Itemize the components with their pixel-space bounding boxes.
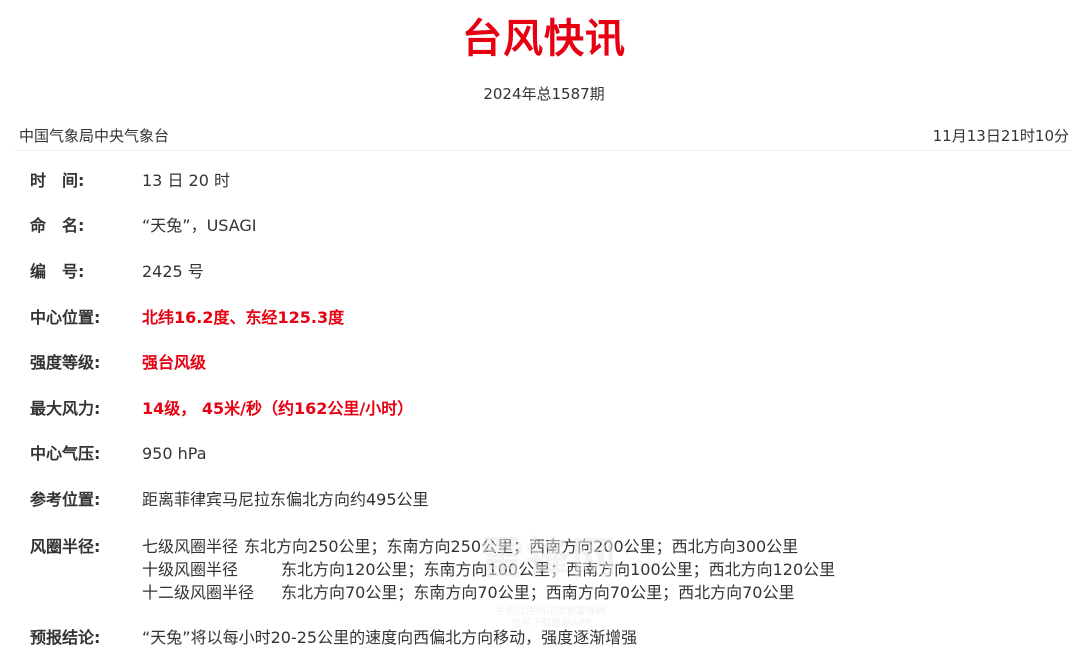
wind-radius-line: 十级风圈半径 东北方向120公里；东南方向100公里；西南方向100公里；西北方… — [142, 558, 1062, 581]
field-value: 14级， 45米/秒（约162公里/小时） — [142, 399, 414, 418]
field-value: 13 日 20 时 — [142, 171, 230, 190]
field-value: 距离菲律宾马尼拉东偏北方向约495公里 — [142, 490, 429, 509]
source-label: 中国气象局中央气象台 — [19, 127, 170, 145]
field-label: 中心气压: — [30, 444, 101, 463]
page-title: 台风快讯 — [462, 16, 626, 62]
wind-level: 七级风圈半径 — [142, 537, 239, 556]
field-label: 参考位置: — [30, 490, 101, 509]
wind-level: 十二级风圈半径 — [142, 583, 255, 602]
wind-radius-text: 东北方向120公里；东南方向100公里；西南方向100公里；西北方向120公里 — [281, 560, 836, 579]
meta-row: 中国气象局中央气象台 11月13日21时10分 — [19, 125, 1069, 149]
field-value: “天兔”，USAGI — [142, 216, 257, 235]
wind-level: 十级风圈半径 — [142, 560, 239, 579]
field-value: 950 hPa — [142, 444, 207, 463]
wind-radius-lines: 七级风圈半径 东北方向250公里；东南方向250公里；西南方向200公里；西北方… — [142, 535, 1062, 604]
divider — [15, 150, 1071, 151]
wind-radius-line: 七级风圈半径 东北方向250公里；东南方向250公里；西南方向200公里；西北方… — [142, 535, 1062, 558]
field-value: 强台风级 — [142, 353, 207, 372]
field-label: 预报结论: — [30, 628, 101, 647]
field-label: 强度等级: — [30, 353, 101, 372]
field-value: “天兔”将以每小时20-25公里的速度向西偏北方向移动，强度逐渐增强 — [142, 628, 638, 647]
issue-number: 2024年总1587期 — [483, 85, 605, 103]
field-value: 2425 号 — [142, 262, 204, 281]
field-label: 中心位置: — [30, 308, 101, 327]
wind-radius-text: 东北方向70公里；东南方向70公里；西南方向70公里；西北方向70公里 — [281, 583, 795, 602]
field-label: 风圈半径: — [30, 537, 101, 556]
wind-radius-line: 十二级风圈半径 东北方向70公里；东南方向70公里；西南方向70公里；西北方向7… — [142, 581, 1062, 604]
watermark-line: 手机应用商店搜索雷锋网 — [496, 606, 606, 617]
field-label: 命 名: — [30, 216, 85, 235]
publish-time: 11月13日21时10分 — [932, 127, 1069, 145]
field-label: 时 间: — [30, 171, 85, 190]
field-label: 最大风力: — [30, 399, 101, 418]
field-label: 编 号: — [30, 262, 85, 281]
wind-radius-text: 东北方向250公里；东南方向250公里；西南方向200公里；西北方向300公里 — [244, 537, 799, 556]
field-value: 北纬16.2度、东经125.3度 — [142, 308, 345, 327]
